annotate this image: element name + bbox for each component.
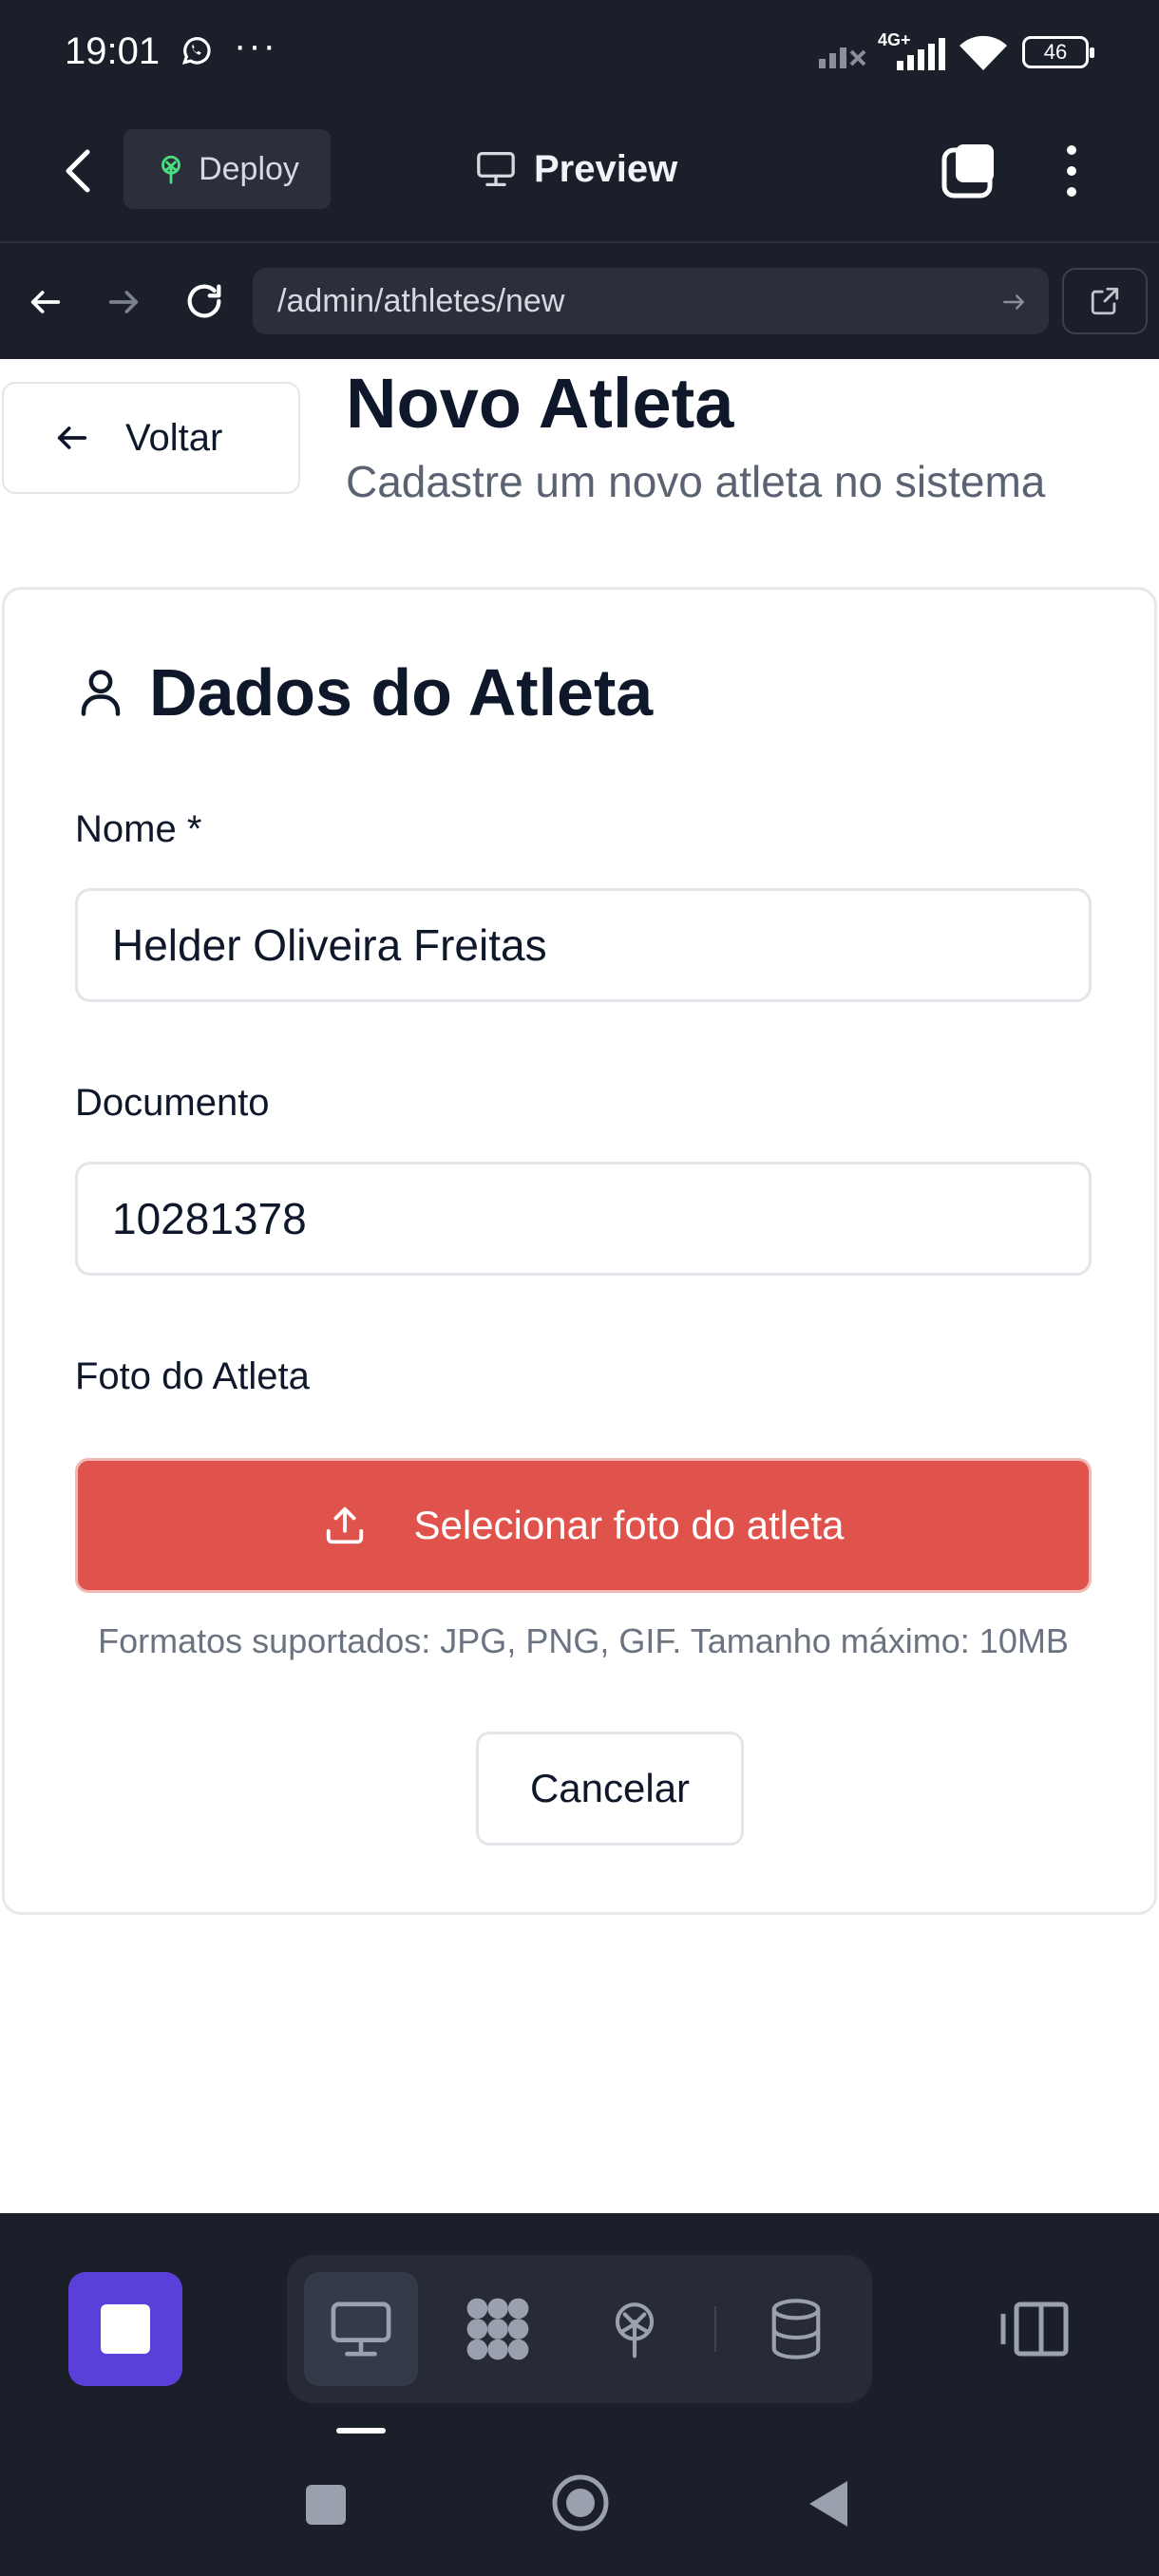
url-text: /admin/athletes/new xyxy=(277,283,565,319)
deploy-icon[interactable] xyxy=(578,2272,692,2386)
whatsapp-icon xyxy=(179,32,215,68)
bottom-toolbar xyxy=(0,2213,1159,2576)
cancel-button[interactable]: Cancelar xyxy=(476,1732,744,1846)
athlete-form-card: Dados do Atleta Nome * Documento Foto do… xyxy=(2,587,1157,1915)
arrow-left-icon[interactable] xyxy=(27,283,65,321)
name-field[interactable] xyxy=(75,888,1092,1002)
browser-bar: /admin/athletes/new xyxy=(0,243,1159,359)
grid-icon[interactable] xyxy=(441,2272,555,2386)
divider xyxy=(714,2306,716,2352)
deploy-label: Deploy xyxy=(199,150,299,187)
preview-label: Preview xyxy=(534,147,678,190)
deploy-icon xyxy=(155,151,187,187)
recents-button[interactable] xyxy=(306,2485,346,2525)
reload-icon[interactable] xyxy=(182,279,226,323)
go-arrow-icon[interactable] xyxy=(1001,290,1026,314)
side-panel-icon[interactable] xyxy=(998,2299,1072,2359)
page-subtitle: Cadastre um novo atleta no sistema xyxy=(346,457,1046,506)
upload-label: Selecionar foto do atleta xyxy=(413,1503,845,1547)
document-label: Documento xyxy=(75,1082,270,1124)
signal-icon xyxy=(819,36,872,68)
database-icon[interactable] xyxy=(739,2272,853,2386)
view-switcher xyxy=(287,2255,872,2403)
more-dots-icon: ··· xyxy=(234,25,277,66)
app-top-bar: Deploy Preview xyxy=(0,104,1159,243)
system-back-button[interactable] xyxy=(808,2479,849,2529)
document-field[interactable] xyxy=(75,1162,1092,1276)
card-header: Dados do Atleta xyxy=(75,654,653,730)
card-title: Dados do Atleta xyxy=(149,655,654,729)
monitor-icon xyxy=(475,150,517,188)
stop-button[interactable] xyxy=(68,2272,182,2386)
wifi-icon xyxy=(958,34,1009,72)
active-indicator xyxy=(336,2428,386,2434)
signal-icon xyxy=(897,38,950,70)
monitor-icon[interactable] xyxy=(304,2272,418,2386)
user-icon xyxy=(75,665,126,720)
back-label: Voltar xyxy=(125,416,223,459)
photo-label: Foto do Atleta xyxy=(75,1355,310,1397)
formats-hint: Formatos suportados: JPG, PNG, GIF. Tama… xyxy=(98,1621,1069,1660)
external-link-icon xyxy=(1089,285,1121,317)
tabs-icon[interactable] xyxy=(940,142,998,199)
kebab-menu-icon[interactable] xyxy=(1056,142,1087,199)
back-chevron-icon[interactable] xyxy=(59,144,101,198)
arrow-right-icon[interactable] xyxy=(104,283,142,321)
upload-photo-button[interactable]: Selecionar foto do atleta xyxy=(75,1458,1092,1593)
arrow-left-icon xyxy=(53,419,91,457)
deploy-button[interactable]: Deploy xyxy=(124,129,331,209)
page-title: Novo Atleta xyxy=(346,364,734,443)
status-bar: 19:01 ··· 4G+ 46 xyxy=(0,0,1159,104)
status-time: 19:01 xyxy=(65,30,161,72)
back-button[interactable]: Voltar xyxy=(2,382,300,494)
name-label: Nome * xyxy=(75,808,202,850)
external-link-button[interactable] xyxy=(1062,268,1148,334)
preview-tab[interactable]: Preview xyxy=(475,139,677,199)
battery-icon: 46 xyxy=(1022,36,1094,68)
url-bar[interactable]: /admin/athletes/new xyxy=(253,268,1049,334)
stop-icon xyxy=(101,2304,150,2354)
home-button[interactable] xyxy=(551,2473,610,2532)
upload-icon xyxy=(323,1504,367,1547)
